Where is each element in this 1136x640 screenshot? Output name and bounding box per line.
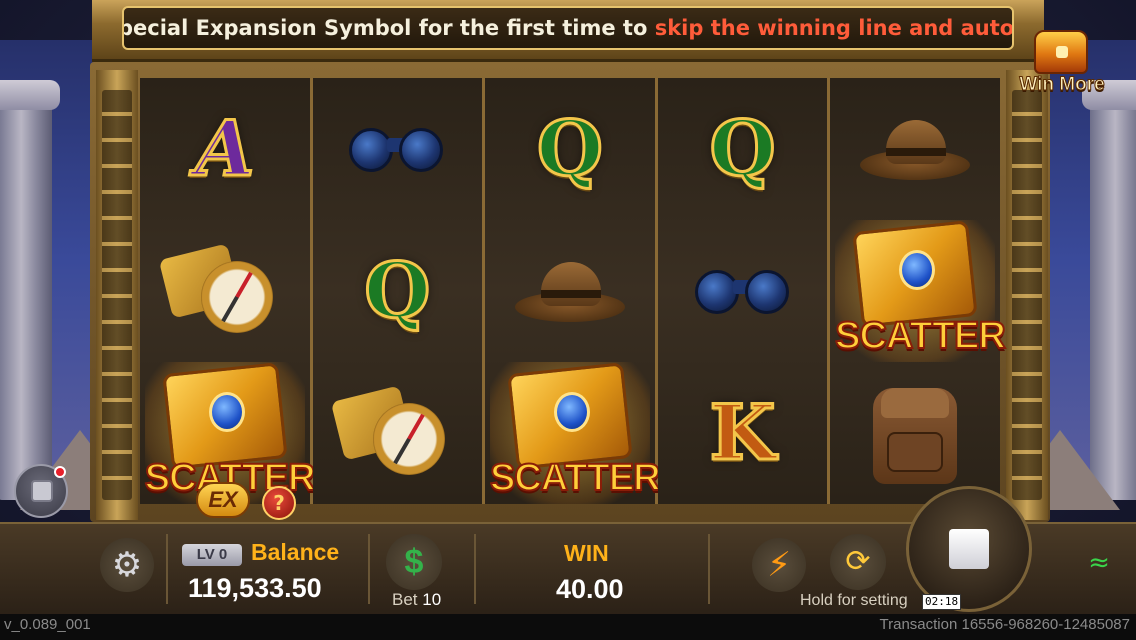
reel-2: Q — [312, 78, 486, 504]
reel-cell — [830, 78, 1000, 220]
stop-icon — [949, 529, 989, 569]
reel-cell: A — [140, 78, 310, 220]
reel-cell — [140, 220, 310, 362]
hieroglyph-strip-left — [102, 90, 132, 500]
reel-cell: K — [658, 362, 828, 504]
transaction-text: Transaction 16556-968260-12485087 — [879, 616, 1130, 633]
fedora-hat-symbol-icon — [514, 256, 625, 326]
balance-label: Balance — [251, 539, 340, 565]
expansion-badge[interactable]: EX — [196, 482, 250, 518]
reels-area: A SCATTER Q Q SCATTER Q K SCATTER — [140, 78, 1007, 504]
reel-5: SCATTER — [830, 78, 1007, 504]
timer: 02:18 — [922, 594, 962, 610]
promo-ticker: pecial Expansion Symbol for the first ti… — [92, 0, 1044, 62]
symbol-letter-q: Q — [535, 104, 604, 193]
scarab-gem-icon — [553, 392, 590, 432]
lightning-icon: ⚡ — [767, 545, 791, 585]
scatter-symbol: SCATTER — [489, 362, 662, 504]
scatter-label: SCATTER — [834, 314, 1007, 358]
autoplay-icon: ⟳ — [845, 544, 871, 579]
divider — [708, 534, 710, 604]
bet-value: 10 — [422, 590, 442, 609]
divider — [474, 534, 476, 604]
treasure-chest-icon — [1034, 30, 1088, 74]
gear-icon: ⚙ — [111, 545, 143, 585]
reel-cell: Q — [658, 78, 828, 220]
reel-1: A SCATTER — [140, 78, 316, 504]
reel-cell: Q — [313, 220, 483, 362]
expansion-help-button[interactable]: ? — [262, 486, 296, 520]
frame-side-right — [1006, 70, 1048, 520]
fedora-hat-symbol-icon — [860, 114, 971, 184]
compass-symbol-icon — [158, 241, 285, 341]
bet-button[interactable]: $ — [386, 534, 442, 590]
win-label: WIN — [564, 540, 609, 566]
reel-cell — [485, 220, 655, 362]
promo-ticker-highlight: skip the winning line and automat — [654, 16, 1014, 40]
version-text: v_0.089_001 — [4, 616, 91, 633]
reel-cell: Q — [485, 78, 655, 220]
notification-dot — [54, 466, 66, 478]
symbol-letter-k: K — [708, 388, 777, 477]
hieroglyph-strip-right — [1012, 90, 1042, 500]
reel-4: Q K — [657, 78, 831, 504]
symbol-letter-q: Q — [708, 104, 777, 193]
bag-icon — [31, 480, 53, 502]
scatter-symbol: SCATTER — [834, 220, 1007, 362]
binoculars-symbol-icon — [349, 122, 445, 176]
bet-label: Bet — [392, 590, 418, 609]
hold-for-setting-hint: Hold for setting — [800, 592, 908, 609]
balance-value: 119,533.50 — [188, 573, 322, 603]
autoplay-button[interactable]: ⟳ — [830, 534, 886, 590]
wifi-icon: ≈ — [1088, 548, 1110, 578]
reel-cell — [658, 220, 828, 362]
turbo-button[interactable]: ⚡ — [752, 538, 806, 592]
reel-cell: SCATTER — [485, 362, 662, 504]
reel-3: Q SCATTER — [485, 78, 662, 504]
settings-button[interactable]: ⚙ — [100, 538, 154, 592]
dollar-icon: $ — [404, 543, 424, 581]
compass-symbol-icon — [331, 383, 457, 483]
bet-display: Bet 10 — [392, 590, 441, 610]
promo-ticker-text: pecial Expansion Symbol for the first ti… — [122, 16, 1014, 40]
divider — [368, 534, 370, 604]
level-badge: LV 0 — [182, 544, 242, 566]
scatter-label: SCATTER — [489, 456, 662, 500]
win-value: 40.00 — [556, 574, 624, 604]
reel-cell — [830, 362, 1000, 504]
promo-ticker-prefix: pecial Expansion Symbol for the first ti… — [122, 16, 655, 40]
promo-ticker-panel: pecial Expansion Symbol for the first ti… — [122, 6, 1014, 50]
symbol-letter-q: Q — [363, 246, 432, 335]
backpack-symbol-icon — [867, 378, 963, 488]
win-more-button[interactable]: Win More — [1016, 24, 1108, 100]
bag-button[interactable] — [14, 464, 68, 518]
reel-cell — [313, 78, 483, 220]
win-more-label: Win More — [1019, 74, 1105, 96]
symbol-letter-a: A — [194, 104, 256, 193]
binoculars-symbol-icon — [694, 264, 791, 318]
scarab-gem-icon — [208, 392, 245, 432]
reel-cell — [313, 362, 483, 504]
frame-side-left — [96, 70, 138, 520]
reel-cell: SCATTER — [830, 220, 1007, 362]
divider — [166, 534, 168, 604]
scarab-gem-icon — [899, 250, 936, 290]
